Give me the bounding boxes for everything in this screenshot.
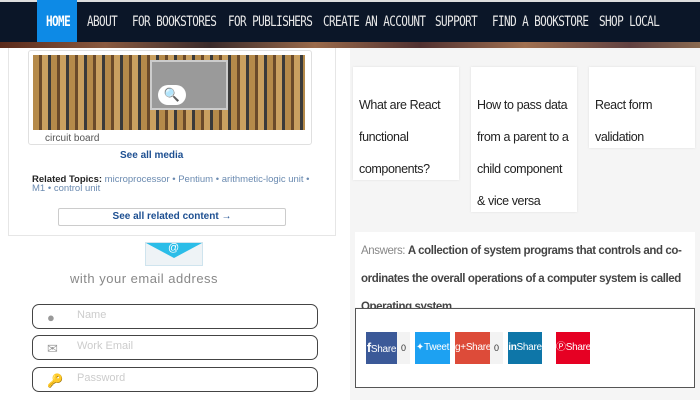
- article-card[interactable]: What are React functional components?: [353, 67, 459, 180]
- pinterest-icon: Ⓟ: [556, 342, 566, 353]
- twitter-tweet-button[interactable]: ✦Tweet: [415, 332, 450, 364]
- work-email-field[interactable]: ✉: [32, 335, 318, 360]
- topic-link[interactable]: Pentium: [178, 174, 213, 185]
- topic-link[interactable]: control unit: [54, 183, 100, 194]
- answer-label: Answers:: [361, 245, 406, 257]
- nav-for-publishers[interactable]: FOR PUBLISHERS: [228, 0, 313, 47]
- name-input[interactable]: [77, 309, 307, 321]
- pinterest-share-button[interactable]: ⓅShare: [556, 332, 591, 364]
- article-card[interactable]: How to pass data from a parent to a chil…: [471, 67, 577, 212]
- nav-home[interactable]: HOME: [37, 0, 77, 47]
- nav-about[interactable]: ABOUT: [87, 0, 118, 47]
- top-navigation: HOME ABOUT FOR BOOKSTORES FOR PUBLISHERS…: [0, 0, 700, 47]
- answer-panel: Answers: A collection of system programs…: [355, 232, 695, 313]
- facebook-share-button[interactable]: fShare: [366, 332, 397, 364]
- google-plus-share-button[interactable]: g+Share: [455, 332, 491, 364]
- topic-link[interactable]: microprocessor: [105, 174, 170, 185]
- related-topics: Related Topics: microprocessor • Pentium…: [32, 174, 310, 194]
- answer-text: A collection of system programs that con…: [361, 245, 682, 313]
- nav-support[interactable]: SUPPORT: [435, 0, 478, 47]
- nav-shop-local[interactable]: SHOP LOCAL: [599, 0, 660, 47]
- twitter-icon: ✦: [415, 342, 424, 353]
- envelope-icon: ✉: [47, 341, 58, 356]
- google-plus-share-count: 0: [490, 332, 503, 364]
- nav-find-bookstore[interactable]: FIND A BOOKSTORE: [492, 0, 589, 47]
- topic-link[interactable]: M1: [32, 183, 45, 194]
- see-all-media-link[interactable]: See all media: [120, 150, 183, 161]
- google-plus-icon: g+: [455, 342, 466, 353]
- linkedin-icon: in: [508, 342, 517, 353]
- email-envelope-icon: @: [145, 242, 203, 266]
- password-input[interactable]: [77, 372, 307, 384]
- name-field[interactable]: ●: [32, 304, 318, 329]
- media-caption: circuit board: [45, 133, 100, 144]
- nav-for-bookstores[interactable]: FOR BOOKSTORES: [132, 0, 217, 47]
- facebook-share-count: 0: [397, 332, 410, 364]
- magnify-icon[interactable]: 🔍: [158, 85, 186, 105]
- work-email-input[interactable]: [77, 340, 307, 352]
- topic-link[interactable]: arithmetic-logic unit: [222, 174, 304, 185]
- key-icon: 🔑: [47, 373, 64, 388]
- linkedin-share-button[interactable]: inShare: [508, 332, 542, 364]
- password-field[interactable]: 🔑: [32, 367, 318, 392]
- article-card[interactable]: React form validation: [589, 67, 695, 148]
- user-icon: ●: [47, 310, 55, 325]
- see-all-related-button[interactable]: See all related content →: [58, 208, 286, 226]
- nav-create-account[interactable]: CREATE AN ACCOUNT: [323, 0, 426, 47]
- signup-heading: with your email address: [70, 271, 219, 286]
